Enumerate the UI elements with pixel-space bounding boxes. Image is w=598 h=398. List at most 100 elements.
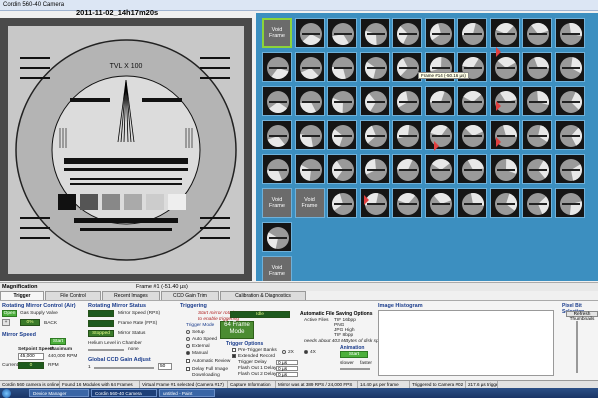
frame-thumb[interactable]: [522, 18, 552, 48]
refresh-thumbnails-button[interactable]: Refresh Thumbnails: [566, 311, 598, 322]
frame-thumb[interactable]: [359, 120, 390, 150]
frame-thumb[interactable]: [294, 120, 325, 150]
frame-thumb[interactable]: [424, 188, 455, 218]
animation-speed-slider[interactable]: [340, 368, 370, 370]
animation-start-button[interactable]: Start: [340, 351, 368, 358]
frame-thumb[interactable]: [522, 86, 552, 116]
external-radio[interactable]: [186, 344, 190, 348]
frame-thumb[interactable]: [522, 52, 552, 82]
frame-timestamp-text: 2011-11-02_14h17m20s: [76, 8, 159, 17]
frame-thumb[interactable]: [554, 18, 585, 48]
frame-thumb[interactable]: [554, 188, 585, 218]
manual-radio[interactable]: [186, 351, 190, 355]
tab-trigger[interactable]: Trigger: [0, 291, 44, 300]
frame-thumb[interactable]: [359, 52, 390, 82]
frame-thumb[interactable]: [262, 86, 292, 116]
2x-radio[interactable]: [282, 350, 286, 354]
flash-out2-input[interactable]: 0 µs: [276, 372, 298, 378]
frame-thumb[interactable]: [294, 18, 325, 48]
tab-calibration[interactable]: Calibration & Diagnostics: [220, 291, 306, 300]
auto-speed-radio[interactable]: [186, 337, 190, 341]
void-frame-thumb[interactable]: Void Frame: [294, 188, 325, 218]
auto-review-checkbox[interactable]: [186, 359, 190, 363]
pixel-bit-slider[interactable]: [576, 321, 578, 373]
gain-slider[interactable]: [94, 367, 154, 369]
frame-thumb[interactable]: [327, 86, 357, 116]
extended-record-checkbox[interactable]: [232, 354, 236, 358]
frame-thumb[interactable]: [294, 52, 325, 82]
frame-thumb[interactable]: [522, 120, 552, 150]
frame-thumb[interactable]: [424, 120, 455, 150]
frame-thumb[interactable]: [457, 154, 487, 184]
frame-thumb[interactable]: [554, 52, 585, 82]
start-button-icon[interactable]: [2, 388, 11, 398]
frame-thumb[interactable]: [522, 188, 552, 218]
main-image-view[interactable]: TVL X 100: [0, 18, 252, 281]
tab-ccd-gain-trim[interactable]: CCD Gain Trim: [161, 291, 219, 300]
frame-thumb[interactable]: [359, 18, 390, 48]
taskbar-cordin-camera[interactable]: Cordin 560-40 Camera: [91, 389, 157, 397]
frame-marker-icon: [434, 141, 439, 151]
mirror-status-title: Rotating Mirror Status: [88, 303, 147, 309]
delay-download-checkbox[interactable]: [186, 367, 190, 371]
frame-thumb[interactable]: [327, 154, 357, 184]
tab-recent-images[interactable]: Recent Images: [102, 291, 160, 300]
setup-label: Setup: [192, 330, 205, 335]
flash-out1-input[interactable]: 0 µs: [276, 366, 298, 372]
frame-thumb[interactable]: [294, 154, 325, 184]
frame-thumb[interactable]: [262, 154, 292, 184]
setpoint-input[interactable]: 45,000: [18, 353, 44, 360]
disk-space-note: needs about 403 MBytes of disk space: [304, 339, 387, 344]
4x-radio[interactable]: [304, 350, 308, 354]
frame-thumb[interactable]: [327, 18, 357, 48]
start-mirror-button[interactable]: Start: [50, 338, 66, 345]
frame-thumb[interactable]: [392, 188, 422, 218]
frame-thumb[interactable]: [359, 154, 390, 184]
mirror-rps-value: [88, 310, 114, 317]
frame-thumb[interactable]: [392, 18, 422, 48]
frame-thumb[interactable]: [392, 86, 422, 116]
gain-value[interactable]: 50: [158, 363, 172, 370]
frame-thumb[interactable]: [262, 52, 292, 82]
frame-thumb[interactable]: [262, 222, 292, 252]
frame-thumb[interactable]: [392, 154, 422, 184]
frame-thumb[interactable]: [489, 188, 520, 218]
frame-thumb[interactable]: [554, 120, 585, 150]
trigger-delay-input[interactable]: 0 µs: [276, 360, 298, 366]
frame-thumb[interactable]: [327, 120, 357, 150]
plus-button[interactable]: +: [2, 319, 10, 326]
taskbar-paint[interactable]: untitled - Paint: [159, 389, 215, 397]
setup-radio[interactable]: [186, 330, 190, 334]
frame-thumb[interactable]: [489, 120, 520, 150]
open-button[interactable]: Open: [2, 310, 17, 317]
frame-thumb[interactable]: [489, 154, 520, 184]
pre-trigger-checkbox[interactable]: [232, 348, 236, 352]
frame-thumb[interactable]: [327, 188, 357, 218]
frame-thumb[interactable]: [327, 52, 357, 82]
frame-thumb[interactable]: [489, 18, 520, 48]
frame-thumb[interactable]: [424, 154, 455, 184]
frame-thumb[interactable]: [262, 120, 292, 150]
frame-thumb[interactable]: [457, 86, 487, 116]
frame-thumb[interactable]: [457, 188, 487, 218]
os-taskbar: Device Manager Cordin 560-40 Camera unti…: [0, 388, 598, 398]
frame-thumb[interactable]: [554, 86, 585, 116]
frame-thumb[interactable]: [522, 154, 552, 184]
frame-thumb[interactable]: [554, 154, 585, 184]
status-virtual-frame: Virtual Frame #1 selected (Camera #17): [140, 381, 228, 388]
frame-thumb[interactable]: [424, 86, 455, 116]
frame-thumb[interactable]: [392, 120, 422, 150]
frame-thumb[interactable]: [424, 18, 455, 48]
void-frame-thumb[interactable]: Void Frame: [262, 188, 292, 218]
tab-file-control[interactable]: File Control: [45, 291, 101, 300]
frame-thumb[interactable]: [457, 18, 487, 48]
void-frame-thumb[interactable]: Void Frame: [262, 18, 292, 48]
frame-thumb[interactable]: [294, 86, 325, 116]
frame-thumb[interactable]: [489, 52, 520, 82]
taskbar-device-manager[interactable]: Device Manager: [29, 389, 89, 397]
frame-thumb[interactable]: [359, 86, 390, 116]
void-frame-thumb[interactable]: Void Frame: [262, 256, 292, 281]
frame-thumb[interactable]: [457, 120, 487, 150]
frame-thumb[interactable]: [489, 86, 520, 116]
current-speed: 0: [18, 362, 44, 369]
